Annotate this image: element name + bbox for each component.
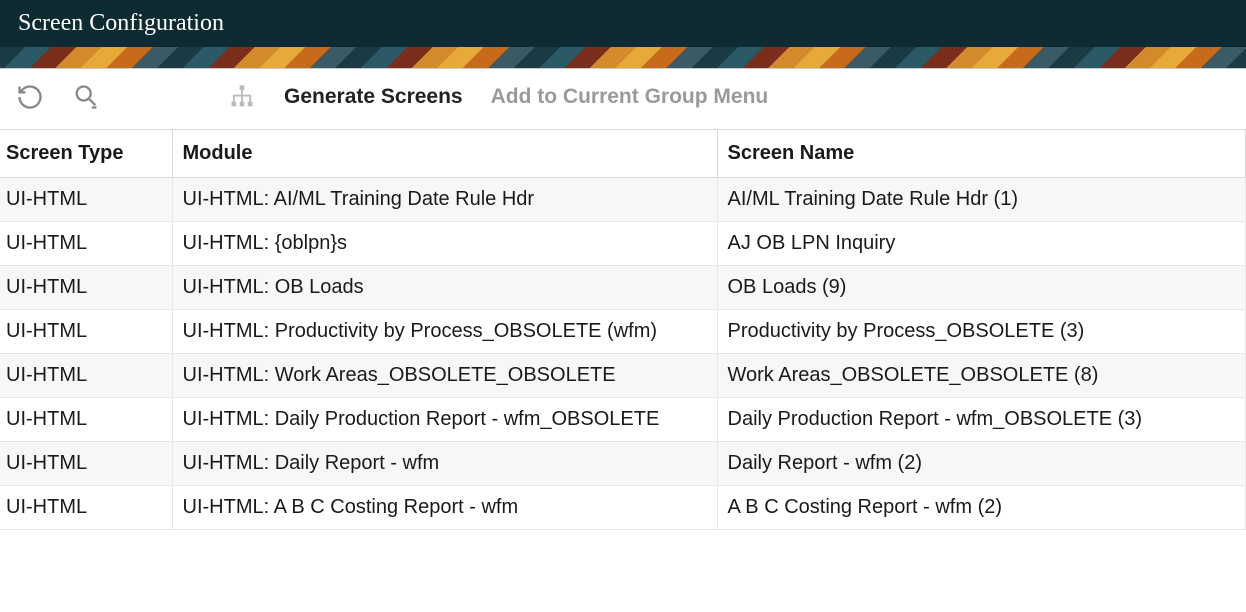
screen-config-table: Screen Type Module Screen Name UI-HTMLUI… — [0, 129, 1246, 530]
cell-screen-name: Productivity by Process_OBSOLETE (3) — [717, 310, 1246, 354]
cell-screen-name: A B C Costing Report - wfm (2) — [717, 486, 1246, 530]
cell-screen-type: UI-HTML — [0, 398, 172, 442]
generate-screens-button[interactable]: Generate Screens — [284, 85, 463, 109]
table-row[interactable]: UI-HTMLUI-HTML: Work Areas_OBSOLETE_OBSO… — [0, 354, 1246, 398]
cell-screen-name: OB Loads (9) — [717, 266, 1246, 310]
page-header: Screen Configuration — [0, 0, 1246, 47]
hierarchy-icon[interactable] — [228, 83, 256, 111]
cell-screen-type: UI-HTML — [0, 354, 172, 398]
cell-screen-type: UI-HTML — [0, 442, 172, 486]
cell-module: UI-HTML: OB Loads — [172, 266, 717, 310]
cell-module: UI-HTML: Work Areas_OBSOLETE_OBSOLETE — [172, 354, 717, 398]
cell-module: UI-HTML: Daily Report - wfm — [172, 442, 717, 486]
add-to-current-group-menu-button[interactable]: Add to Current Group Menu — [491, 85, 769, 109]
table-header-row: Screen Type Module Screen Name — [0, 130, 1246, 178]
cell-screen-type: UI-HTML — [0, 178, 172, 222]
col-screen-name[interactable]: Screen Name — [717, 130, 1246, 178]
table-row[interactable]: UI-HTMLUI-HTML: A B C Costing Report - w… — [0, 486, 1246, 530]
col-module[interactable]: Module — [172, 130, 717, 178]
table-row[interactable]: UI-HTMLUI-HTML: Daily Production Report … — [0, 398, 1246, 442]
refresh-icon[interactable] — [16, 83, 44, 111]
cell-screen-type: UI-HTML — [0, 310, 172, 354]
page-title: Screen Configuration — [18, 10, 224, 36]
table-row[interactable]: UI-HTMLUI-HTML: {oblpn}sAJ OB LPN Inquir… — [0, 222, 1246, 266]
cell-module: UI-HTML: Productivity by Process_OBSOLET… — [172, 310, 717, 354]
toolbar: Generate Screens Add to Current Group Me… — [0, 69, 1246, 129]
cell-screen-type: UI-HTML — [0, 486, 172, 530]
cell-module: UI-HTML: A B C Costing Report - wfm — [172, 486, 717, 530]
cell-module: UI-HTML: Daily Production Report - wfm_O… — [172, 398, 717, 442]
col-screen-type[interactable]: Screen Type — [0, 130, 172, 178]
cell-module: UI-HTML: AI/ML Training Date Rule Hdr — [172, 178, 717, 222]
table-row[interactable]: UI-HTMLUI-HTML: AI/ML Training Date Rule… — [0, 178, 1246, 222]
table-row[interactable]: UI-HTMLUI-HTML: Productivity by Process_… — [0, 310, 1246, 354]
cell-screen-type: UI-HTML — [0, 222, 172, 266]
cell-module: UI-HTML: {oblpn}s — [172, 222, 717, 266]
decorative-ribbon — [0, 47, 1246, 69]
search-icon[interactable] — [72, 83, 100, 111]
cell-screen-name: AJ OB LPN Inquiry — [717, 222, 1246, 266]
table-row[interactable]: UI-HTMLUI-HTML: OB LoadsOB Loads (9) — [0, 266, 1246, 310]
table-row[interactable]: UI-HTMLUI-HTML: Daily Report - wfmDaily … — [0, 442, 1246, 486]
cell-screen-type: UI-HTML — [0, 266, 172, 310]
cell-screen-name: Daily Production Report - wfm_OBSOLETE (… — [717, 398, 1246, 442]
cell-screen-name: AI/ML Training Date Rule Hdr (1) — [717, 178, 1246, 222]
cell-screen-name: Daily Report - wfm (2) — [717, 442, 1246, 486]
cell-screen-name: Work Areas_OBSOLETE_OBSOLETE (8) — [717, 354, 1246, 398]
